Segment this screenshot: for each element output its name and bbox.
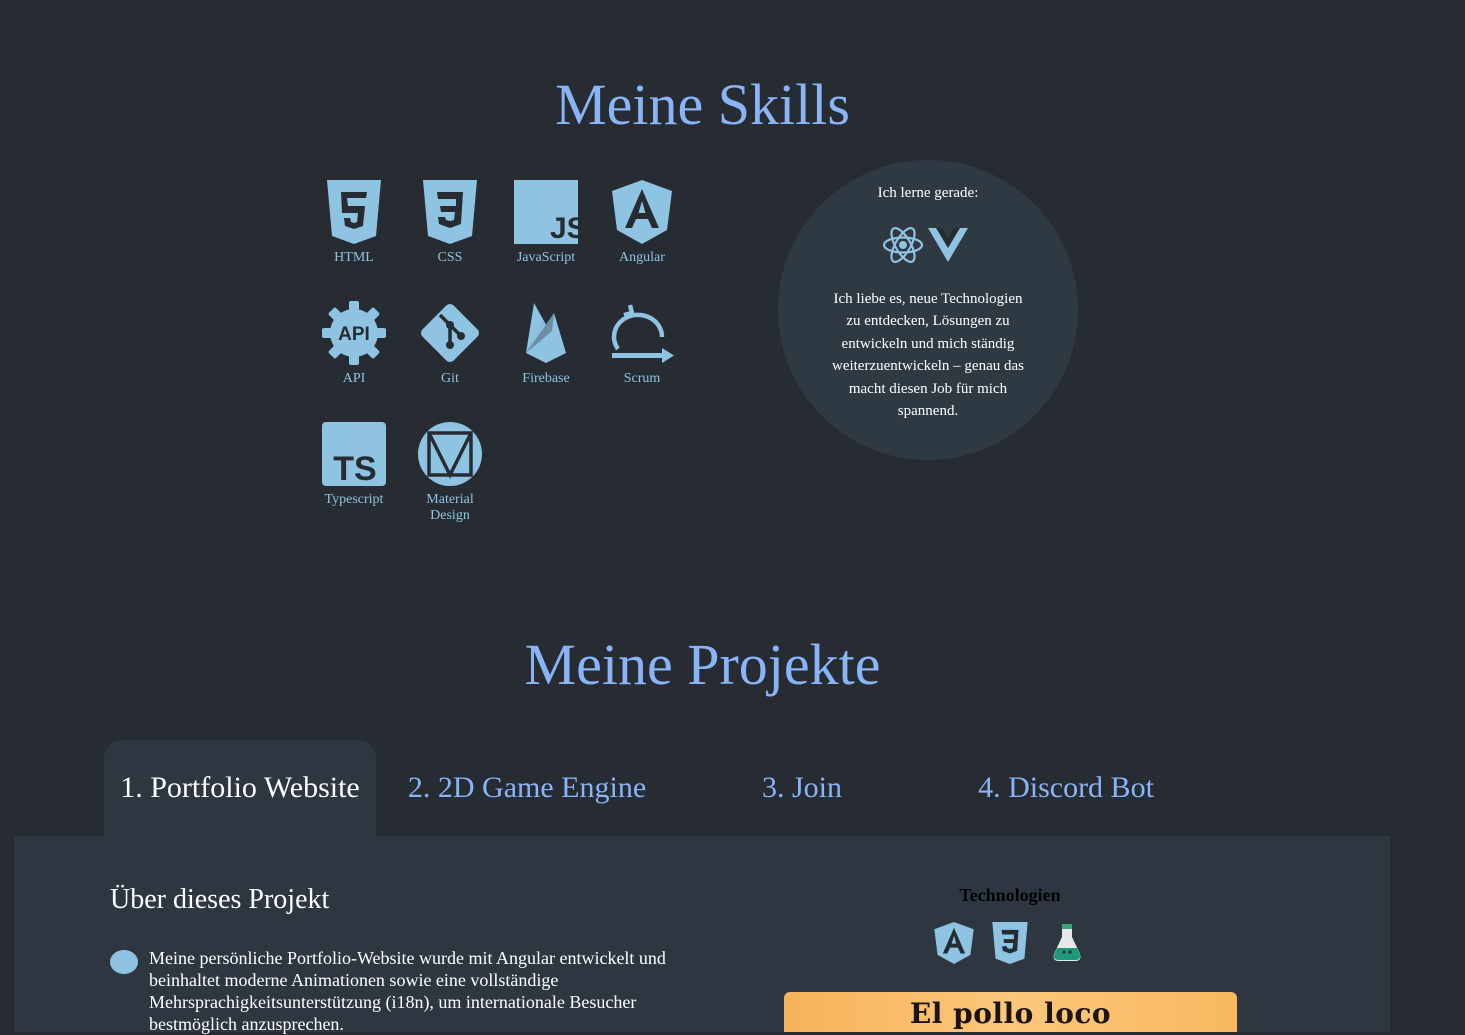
learning-title: Ich lerne gerade:	[877, 185, 979, 201]
svg-text:API: API	[338, 324, 370, 345]
css3-icon	[992, 922, 1028, 964]
scrum-icon	[611, 304, 674, 363]
vue-icon	[928, 228, 968, 262]
projects-title: Meine Projekte	[524, 632, 881, 697]
about-heading: Über dieses Projekt	[110, 884, 330, 915]
api-icon: API	[322, 301, 386, 365]
material-design-icon	[418, 422, 482, 486]
angular-icon	[612, 180, 672, 244]
tab-join[interactable]: 3. Join	[700, 740, 904, 836]
git-icon	[420, 303, 480, 363]
tab-discord-bot[interactable]: 4. Discord Bot	[960, 740, 1172, 836]
project-description: Meine persönliche Portfolio-Website wurd…	[149, 948, 666, 1034]
potion-flask-icon	[1053, 924, 1081, 961]
skill-material-design: Material Design	[402, 422, 498, 524]
learning-card: Ich lerne gerade: Ich liebe es, neue Tec…	[778, 160, 1078, 460]
learning-text: Ich liebe es, neue Technologien zu entde…	[831, 291, 1024, 420]
tech-heading: Technologien	[959, 885, 1061, 905]
skill-firebase: Firebase	[498, 301, 594, 387]
angular-icon	[934, 922, 974, 964]
skill-css: CSS	[402, 180, 498, 266]
project-panel: Über dieses Projekt Meine persönliche Po…	[14, 836, 1390, 1034]
html5-icon	[327, 180, 381, 244]
skill-typescript: TS Typescript	[306, 422, 402, 508]
skill-git: Git	[402, 301, 498, 387]
svg-text:TS: TS	[333, 450, 376, 486]
project-preview-image[interactable]: El pollo loco	[784, 992, 1237, 1032]
skill-angular: Angular	[594, 180, 690, 266]
firebase-icon	[526, 303, 566, 363]
preview-title: El pollo loco	[909, 997, 1112, 1030]
skill-javascript: JS JavaScript	[498, 180, 594, 266]
javascript-icon: JS	[514, 180, 578, 244]
skills-title: Meine Skills	[555, 72, 850, 137]
svg-text:JS: JS	[550, 212, 578, 244]
skill-scrum: Scrum	[594, 301, 690, 387]
tab-portfolio-website[interactable]: 1. Portfolio Website	[104, 740, 376, 836]
skill-api: API API	[306, 301, 402, 387]
typescript-icon: TS	[322, 422, 386, 486]
skill-html: HTML	[306, 180, 402, 266]
bullet-blob-icon	[110, 950, 138, 974]
react-icon	[882, 227, 924, 263]
tab-2d-game-engine[interactable]: 2. 2D Game Engine	[390, 740, 664, 836]
css3-icon	[423, 180, 477, 244]
